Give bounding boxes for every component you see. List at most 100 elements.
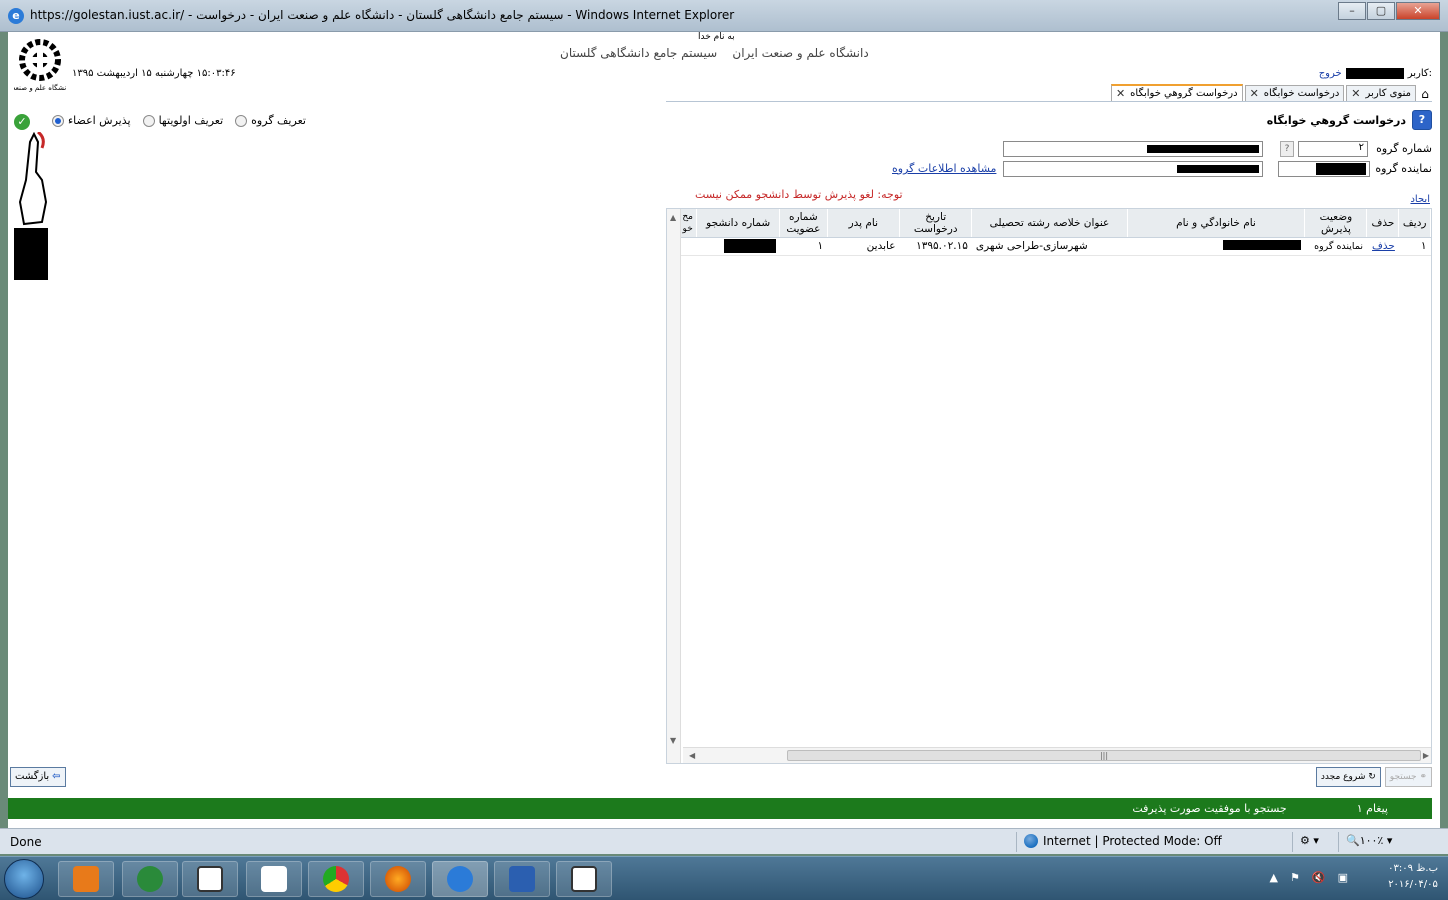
maximize-button[interactable]: ▢ [1367,2,1395,20]
start-again-button[interactable]: شروع مجدد ↻ [1315,767,1381,787]
group-name-field[interactable] [1003,141,1263,157]
radio-button[interactable] [235,114,248,127]
divider [1292,832,1293,852]
zoom-control[interactable]: 🔍۱۰۰٪ ▾ [1346,834,1392,847]
close-tab-icon[interactable]: ✕ [1116,86,1125,101]
group-rep-name-field[interactable] [1003,161,1263,177]
page-content: به نام خدا دانشگاه علم و صنعت ایران سیست… [8,32,1440,828]
internet-explorer-icon[interactable] [432,861,488,897]
cell-radif: ۱ [1398,237,1431,256]
raised-fist-icon [14,132,48,280]
radio-define-group[interactable]: تعریف گروه [235,114,306,127]
window-titlebar: e https://golestan.iust.ac.ir/ - سیستم ج… [0,0,1448,32]
view-group-info-link[interactable]: مشاهده اطلاعات گروه [892,162,996,175]
binoculars-icon: ⚭ [1419,772,1427,782]
protected-mode-icon[interactable]: ⚙ ▾ [1300,834,1319,847]
flag-icon[interactable]: ⚑ [1290,871,1300,884]
radio-label: تعریف گروه [251,114,306,127]
feather-app-icon[interactable] [246,861,302,897]
notice-text: توجه: لغو پذیرش توسط دانشجو ممکن نیست [695,188,903,201]
media-player-icon[interactable] [58,861,114,897]
divider [1016,832,1017,852]
chrome-icon[interactable] [308,861,364,897]
message-text: جستجو با موفقیت صورت پذیرفت [1132,802,1287,815]
tab-bar: ⌂ ✕ منوی کاربر ✕ درخواست خوابگاه ✕ درخوا… [1110,84,1432,102]
zone-text: Internet | Protected Mode: Off [1043,834,1222,848]
close-tab-icon[interactable]: ✕ [1250,86,1259,101]
create-link[interactable]: ایجاد [1410,194,1430,205]
tab-group-dorm-request[interactable]: ✕ درخواست گروهي خوابگاه [1110,84,1243,102]
firefox-icon[interactable] [370,861,426,897]
close-button[interactable]: ✕ [1396,2,1440,20]
zoom-level: ۱۰۰٪ [1359,834,1384,847]
redacted-text [1316,163,1366,175]
clock[interactable]: ب.ظ ۰۳:۰۹ ۲۰۱۶/۰۴/۰۵ [1388,861,1438,893]
radio-button[interactable] [142,114,155,127]
radio-define-priorities[interactable]: تعریف اولویتها [142,114,223,127]
col-name: نام خانوادگي و نام [1127,209,1306,238]
group-number-input[interactable]: ۲ [1298,141,1368,157]
cell-father: عابدین [827,237,900,256]
search-button[interactable]: جستجو ⚭ [1384,767,1432,787]
col-status: وضعیت پذیرش [1304,209,1368,238]
home-icon[interactable]: ⌂ [1418,86,1432,102]
volume-muted-icon[interactable]: 🔇 [1312,871,1326,884]
ie-logo-icon: e [8,8,24,24]
scroll-right-icon[interactable]: ▶ [1423,751,1429,760]
delete-link[interactable]: حذف [1366,237,1399,256]
logout-link[interactable]: خروج [1319,68,1342,79]
col-father: نام پدر [827,209,901,238]
clock-time: ب.ظ ۰۳:۰۹ [1388,863,1438,874]
zoom-dropdown-icon: ▾ [1386,834,1393,847]
table-row[interactable]: ۱ حذف نماینده گروه شهرسازی-طراحی شهری ۱۳… [679,237,1431,256]
show-hidden-icons-icon[interactable]: ▲ [1270,871,1278,884]
security-zone[interactable]: Internet | Protected Mode: Off [1024,834,1222,848]
redacted-text [1222,239,1301,250]
globe-app-icon[interactable] [122,861,178,897]
scroll-up-icon[interactable]: ▲ [670,213,676,222]
back-label: بازگشت [15,771,50,782]
university-logo-icon: دانشگاه علم و صنعت [14,39,66,92]
user-label: کاربر: [1407,68,1432,79]
start-button-icon[interactable] [4,859,44,899]
network-icon[interactable]: ▣ [1338,871,1348,884]
redacted-text [1147,145,1259,153]
browser-statusbar: Done Internet | Protected Mode: Off ⚙ ▾ … [0,828,1448,854]
notepad-icon[interactable] [182,861,238,897]
back-button[interactable]: بازگشت ⇦ [10,767,66,787]
search-label: جستجو [1389,772,1417,782]
minimize-button[interactable]: – [1338,2,1366,20]
members-grid: ردیف حذف وضعیت پذیرش نام خانوادگي و نام … [666,208,1432,764]
username-redacted [1345,68,1404,79]
horizontal-scrollbar[interactable]: ◀ ||| ▶ [683,747,1431,763]
zoom-icon: 🔍 [1346,834,1360,847]
message-count[interactable]: ۱ پیغام [1357,802,1388,815]
globe-icon [1024,834,1038,848]
group-rep-label: نماینده گروه [1375,162,1432,175]
group-rep-code-field[interactable] [1278,161,1370,177]
notepad-icon[interactable] [556,861,612,897]
cell-student-no [696,237,780,256]
scroll-thumb[interactable]: ||| [787,750,1421,761]
bismillah: به نام خدا [698,32,735,42]
tab-dorm-request[interactable]: ✕ درخواست خوابگاه [1244,85,1345,102]
scroll-down-icon[interactable]: ▼ [670,736,676,745]
close-tab-icon[interactable]: ✕ [1351,86,1360,101]
col-extra: مح خو [679,209,698,238]
radio-accept-members[interactable]: پذیرش اعضاء [52,114,131,127]
scroll-left-icon[interactable]: ◀ [689,751,695,760]
check-icon[interactable]: ✓ [14,114,30,130]
tab-user-menu[interactable]: ✕ منوی کاربر [1346,85,1416,102]
divider [1338,832,1339,852]
word-icon[interactable] [494,861,550,897]
redacted-text [723,239,776,253]
group-number-lookup-button[interactable]: ? [1280,141,1294,157]
back-arrow-icon: ⇦ [52,771,61,782]
vertical-scrollbar[interactable]: ▲ ▼ [667,209,681,763]
user-info: خروج کاربر: [1319,68,1432,79]
cell-member-no: ۱ [779,237,828,256]
radio-button[interactable] [52,114,64,127]
cell-extra [679,237,697,256]
help-icon[interactable]: ? [1412,110,1432,130]
action-buttons: شروع مجدد ↻ جستجو ⚭ [1315,767,1432,787]
